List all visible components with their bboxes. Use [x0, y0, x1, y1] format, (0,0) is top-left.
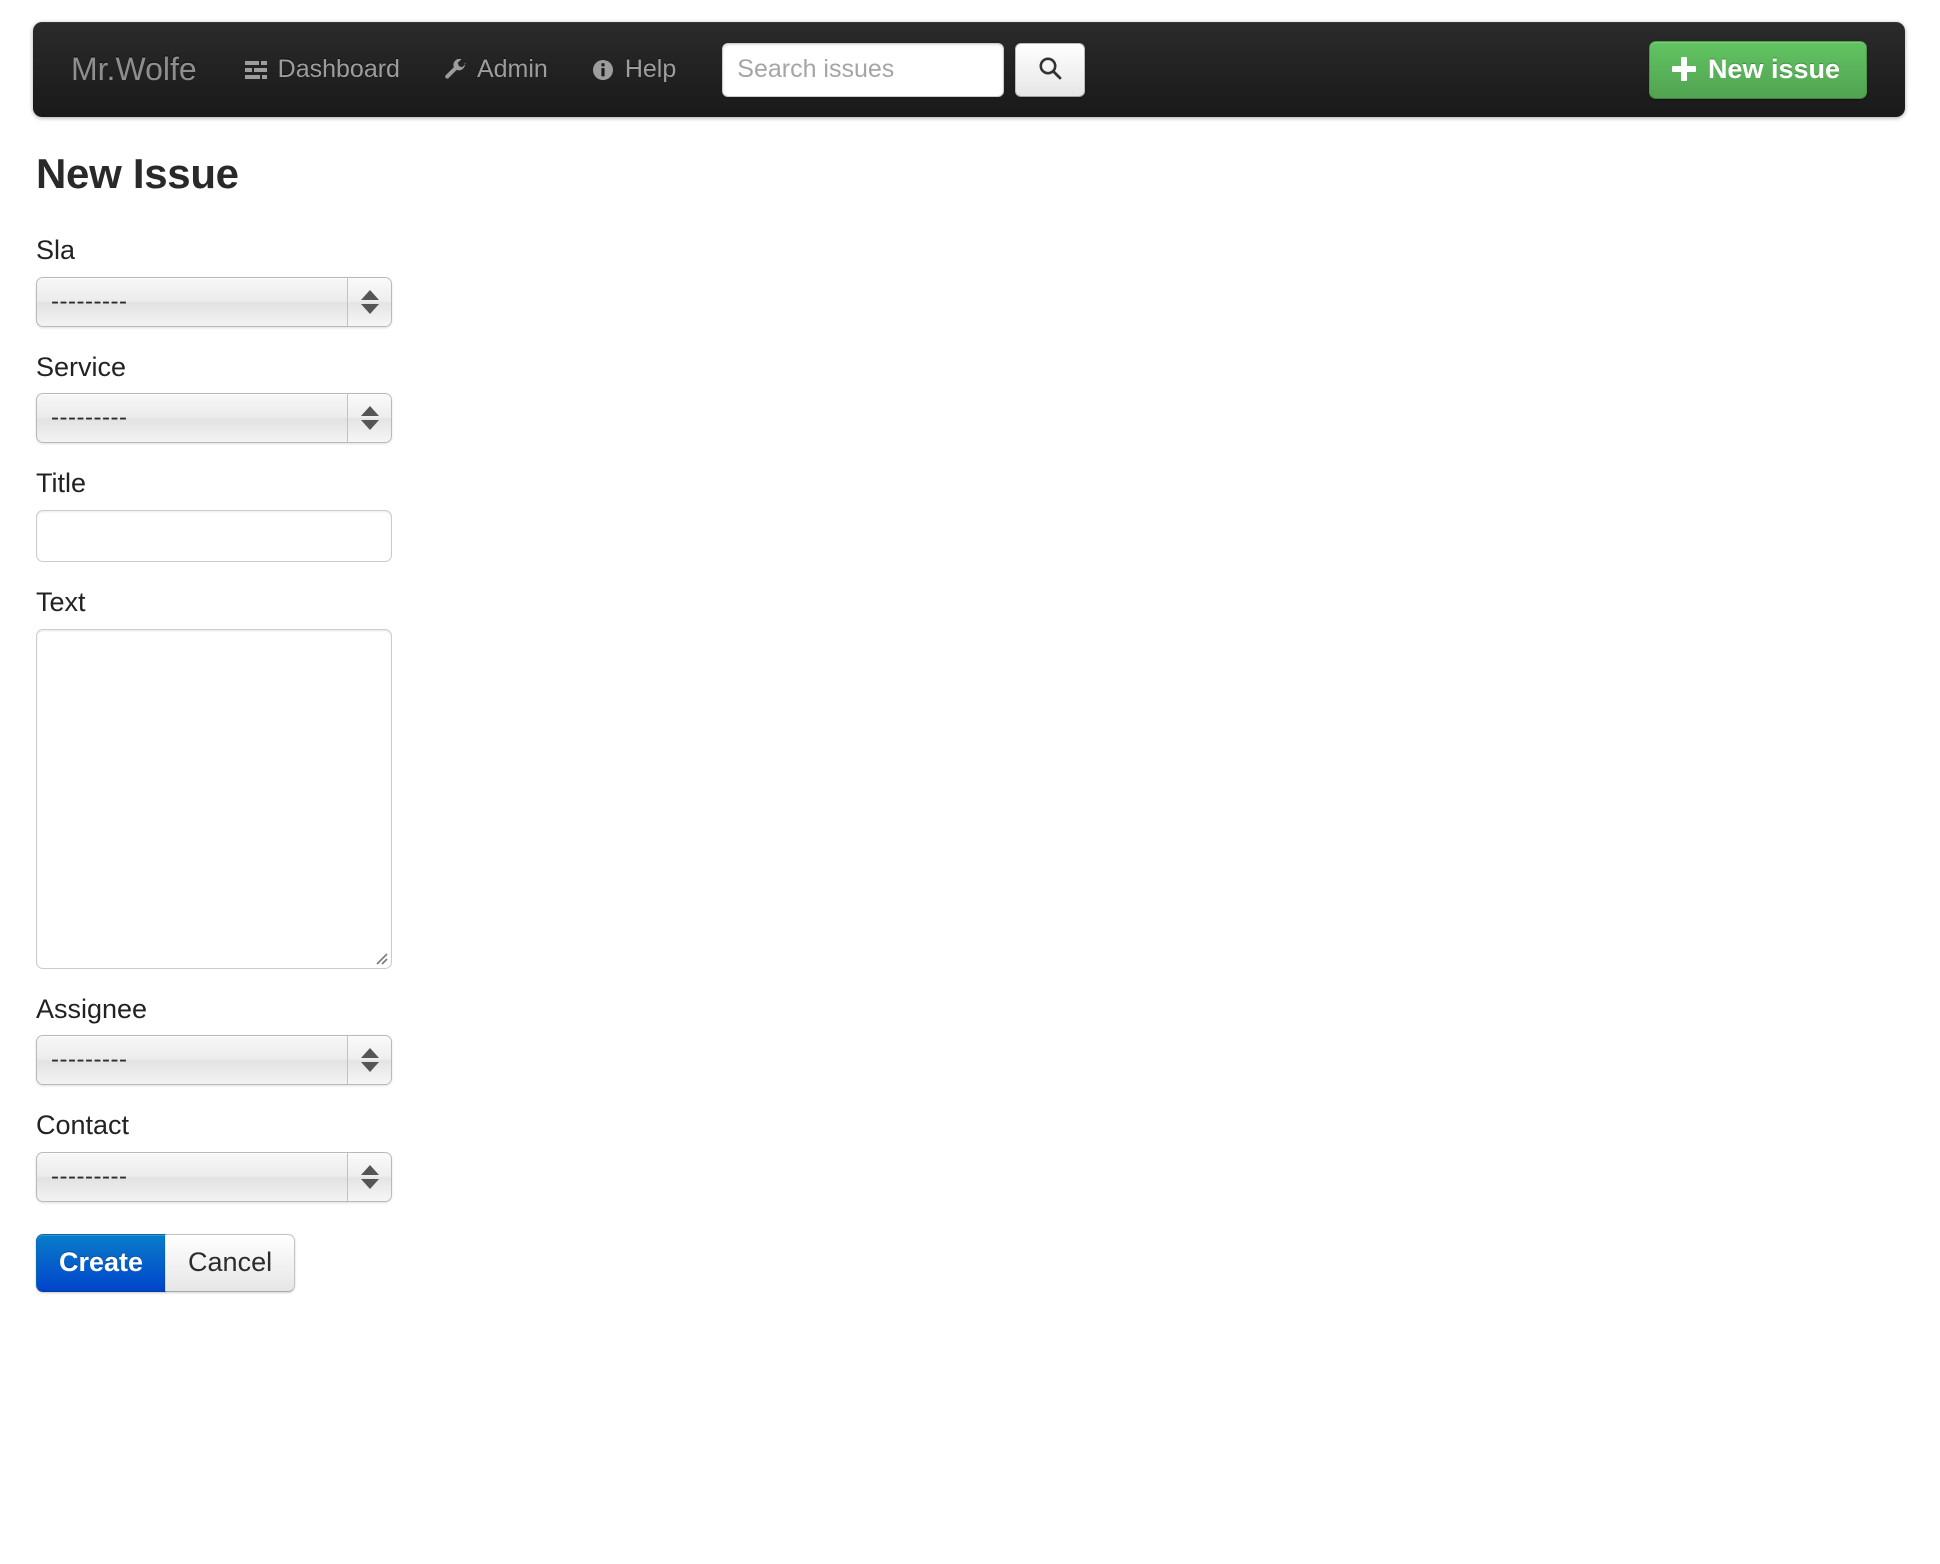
- select-sla-arrows[interactable]: [347, 277, 391, 326]
- field-group-sla: Sla ---------: [36, 235, 1336, 327]
- nav-item-admin[interactable]: Admin: [422, 22, 570, 117]
- field-group-text: Text: [36, 587, 1336, 969]
- select-assignee-value: ---------: [51, 1046, 128, 1074]
- chevron-down-icon: [360, 303, 379, 314]
- select-contact-arrows[interactable]: [347, 1153, 391, 1202]
- chevron-down-icon: [360, 420, 379, 431]
- label-text: Text: [36, 587, 86, 618]
- cancel-button[interactable]: Cancel: [165, 1234, 296, 1293]
- field-group-title: Title: [36, 468, 1336, 563]
- field-group-assignee: Assignee ---------: [36, 993, 1336, 1086]
- new-issue-form: Sla --------- Service --------- Title Te…: [36, 235, 1336, 1293]
- new-issue-button[interactable]: New issue: [1648, 40, 1867, 99]
- nav-label-dashboard: Dashboard: [277, 55, 400, 83]
- top-navbar: Mr.Wolfe Dashboard Admin Help Search iss…: [33, 22, 1905, 117]
- search-icon: [1036, 54, 1064, 85]
- label-title: Title: [36, 468, 87, 499]
- search-button[interactable]: [1015, 42, 1086, 97]
- navbar-right: New issue: [1648, 40, 1881, 99]
- navbar-nav: Dashboard Admin Help: [223, 22, 699, 117]
- list-icon: [244, 59, 267, 81]
- label-assignee: Assignee: [36, 993, 148, 1024]
- text-textarea[interactable]: [36, 628, 392, 969]
- select-service-value: ---------: [51, 404, 128, 432]
- select-sla-value: ---------: [51, 287, 128, 315]
- label-service: Service: [36, 351, 127, 382]
- title-input[interactable]: [36, 510, 392, 563]
- chevron-up-icon: [360, 1165, 379, 1176]
- navbar-brand[interactable]: Mr.Wolfe: [33, 22, 223, 117]
- field-group-service: Service ---------: [36, 351, 1336, 444]
- select-service[interactable]: ---------: [36, 393, 392, 444]
- select-sla[interactable]: ---------: [36, 276, 392, 327]
- wrench-icon: [444, 58, 466, 81]
- select-contact[interactable]: ---------: [36, 1152, 392, 1203]
- page-title: New Issue: [36, 150, 239, 197]
- nav-item-dashboard[interactable]: Dashboard: [223, 22, 422, 117]
- info-circle-icon: [592, 59, 614, 81]
- nav-link-dashboard[interactable]: Dashboard: [223, 22, 422, 117]
- label-contact: Contact: [36, 1110, 130, 1141]
- chevron-up-icon: [360, 406, 379, 417]
- chevron-down-icon: [360, 1062, 379, 1073]
- plus-icon: [1671, 57, 1696, 81]
- nav-link-help[interactable]: Help: [570, 22, 698, 117]
- nav-item-help[interactable]: Help: [570, 22, 698, 117]
- select-assignee-arrows[interactable]: [347, 1036, 391, 1085]
- textarea-wrapper: [36, 628, 392, 969]
- select-service-arrows[interactable]: [347, 394, 391, 443]
- nav-link-admin[interactable]: Admin: [422, 22, 570, 117]
- create-button[interactable]: Create: [36, 1234, 167, 1293]
- form-actions: Create Cancel: [36, 1234, 296, 1293]
- nav-label-help: Help: [624, 55, 677, 83]
- chevron-up-icon: [360, 1048, 379, 1059]
- navbar-inner: Mr.Wolfe Dashboard Admin Help Search iss…: [33, 22, 1881, 117]
- search-input[interactable]: [722, 42, 1005, 97]
- chevron-down-icon: [360, 1179, 379, 1190]
- chevron-up-icon: [360, 289, 379, 300]
- nav-label-admin: Admin: [476, 55, 548, 83]
- main-content: New Issue Sla --------- Service --------…: [36, 150, 1336, 1293]
- label-sla: Sla: [36, 235, 76, 265]
- search-form: [722, 42, 1086, 97]
- field-group-contact: Contact ---------: [36, 1110, 1336, 1203]
- new-issue-label: New issue: [1707, 53, 1840, 84]
- select-assignee[interactable]: ---------: [36, 1035, 392, 1086]
- select-contact-value: ---------: [51, 1163, 128, 1191]
